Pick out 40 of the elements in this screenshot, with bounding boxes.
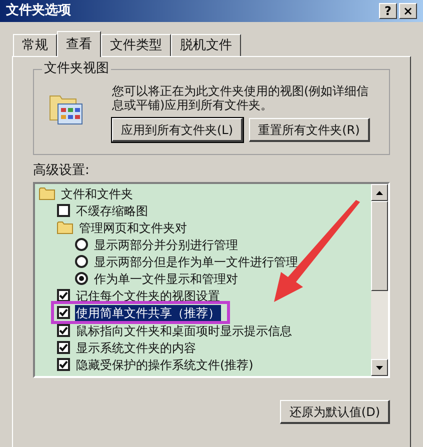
up-arrow-icon [376,190,383,194]
close-button[interactable]: × [399,3,417,19]
checkbox[interactable] [57,341,70,354]
folder-icon [57,221,73,234]
option-label[interactable]: 不缓存缩略图 [75,202,149,218]
folder-icon [39,187,55,200]
section-label: 高级设置: [33,163,90,179]
help-button[interactable]: ? [379,3,397,19]
tab[interactable]: 常规 [13,34,57,56]
scrollbar[interactable] [371,184,388,376]
window-title: 文件夹选项 [6,2,71,20]
tab[interactable]: 文件类型 [101,34,171,56]
scroll-down-button[interactable] [371,359,388,376]
checkbox[interactable] [57,204,70,217]
scroll-thumb[interactable] [371,201,388,291]
option-label[interactable]: 显示系统文件夹的内容 [75,340,197,356]
option-label[interactable]: 使用简单文件共享（推荐） [75,304,221,320]
group-title: 文件夹视图 [42,61,111,77]
tab[interactable]: 脱机文件 [171,34,241,56]
description-text: 您可以将正在为此文件夹使用的视图(例如详细信息或平铺)应用到所有文件夹。 [112,84,370,112]
option-label[interactable]: 显示两部分并分别进行管理 [93,236,239,252]
option-label[interactable]: 作为单一文件显示和管理对 [93,270,239,286]
dialog-button[interactable]: 应用到所有文件夹(L) [112,118,244,142]
checkbox[interactable] [57,324,70,337]
scroll-up-button[interactable] [371,184,388,201]
option-label[interactable]: 隐藏受保护的操作系统文件(推荐) [75,356,254,372]
radio-button[interactable] [75,255,88,268]
option-label[interactable]: 显示两部分但是作为单一文件进行管理 [93,254,299,270]
radio-button[interactable] [75,272,88,285]
tab[interactable]: 查看 [57,31,101,57]
dialog-button[interactable]: 重置所有文件夹(R) [249,118,370,142]
option-label[interactable]: 管理网页和文件夹对 [78,220,188,236]
down-arrow-icon [376,366,383,370]
radio-button[interactable] [75,238,88,251]
checkbox[interactable] [57,358,70,371]
option-label[interactable]: 文件和文件夹 [60,186,134,202]
checkbox[interactable] [57,289,70,302]
option-label[interactable]: 鼠标指向文件夹和桌面项时显示提示信息 [75,322,293,338]
dialog-button[interactable]: 还原为默认值(D) [280,400,390,424]
checkbox[interactable] [57,306,70,319]
